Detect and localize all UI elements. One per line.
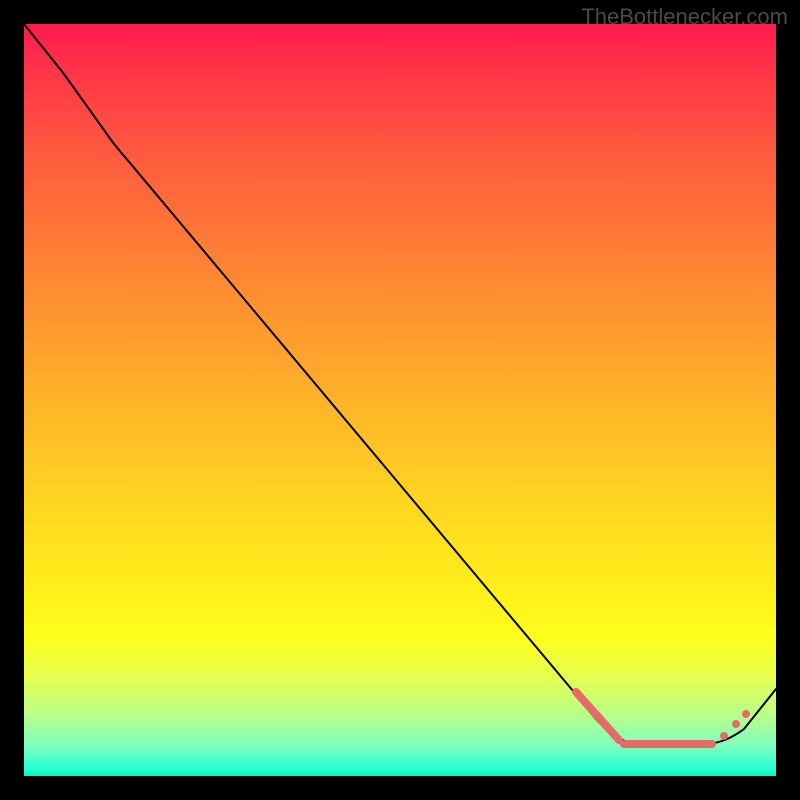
marker-dot (720, 732, 728, 740)
marker-band-left (576, 692, 619, 740)
watermark-text: TheBottlenecker.com (581, 4, 788, 30)
plot-area (24, 24, 776, 776)
chart-frame: TheBottlenecker.com (0, 0, 800, 800)
marker-dot (742, 710, 750, 718)
marker-dot (732, 720, 740, 728)
curve-path (24, 24, 776, 744)
bottleneck-curve (24, 24, 776, 776)
